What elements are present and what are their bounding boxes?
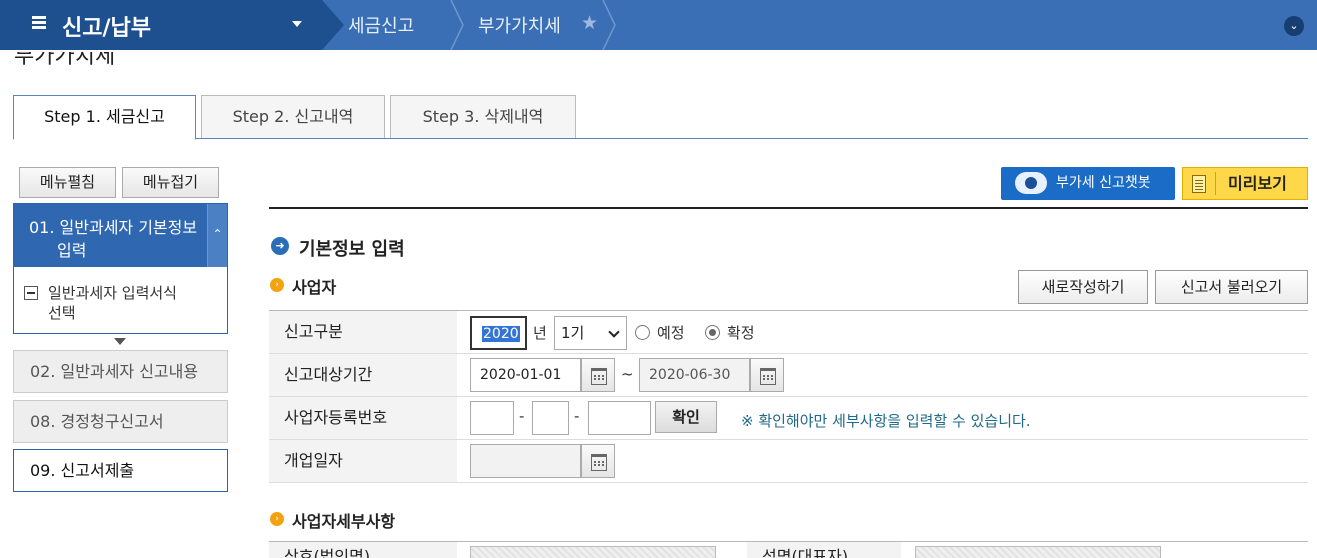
calendar-icon[interactable] [581, 358, 615, 392]
year-unit-label: 년 [533, 324, 547, 342]
arrow-circle-icon: ➜ [271, 237, 289, 255]
company-name-label: 상호(법인명) [269, 542, 457, 558]
chevron-up-icon[interactable]: ⌃ [207, 204, 227, 267]
form-row-period: 신고대상기간 2020-01-01 ~ 2020-06-30 [269, 354, 1308, 397]
chevron-separator [322, 0, 344, 50]
period-start-input[interactable]: 2020-01-01 [470, 358, 581, 392]
side-menu-item-01-label-2: 입력 [57, 241, 87, 260]
load-report-button[interactable]: 신고서 불러오기 [1155, 270, 1308, 304]
period-end-input[interactable]: 2020-06-30 [639, 358, 750, 392]
opening-date-input[interactable] [470, 444, 581, 478]
menu-collapse-button[interactable]: 메뉴접기 [122, 167, 219, 198]
section-title: 기본정보 입력 [299, 239, 405, 260]
bullet-circle-icon: › [270, 512, 284, 526]
period-label: 신고대상기간 [269, 354, 457, 396]
chatbot-button[interactable]: 부가세 신고챗봇 [1001, 167, 1175, 200]
bizno-input-1[interactable] [470, 401, 514, 435]
chatbot-icon [1015, 172, 1047, 194]
divider [269, 207, 1308, 209]
side-menu-item-01[interactable]: 01. 일반과세자 기본정보 입력 ⌃ [14, 204, 227, 267]
side-menu-item-08[interactable]: 08. 경정청구신고서 [13, 400, 228, 443]
chevron-down-icon [608, 326, 620, 338]
breadcrumb-item-vat[interactable]: 부가가치세 [478, 12, 561, 38]
side-submenu-label-2: 선택 [48, 304, 76, 322]
year-input-value: 2020 [482, 326, 520, 342]
report-type-label: 신고구분 [269, 311, 457, 353]
side-menu-item-01-label: 01. 일반과세자 기본정보 [29, 218, 198, 237]
year-input[interactable]: 2020 [470, 316, 527, 350]
bizno-input-2[interactable] [532, 401, 569, 435]
basic-info-form: 신고구분 2020 년 1기 예정 확정 신고대상기간 2020-01-01 ~… [269, 310, 1308, 483]
opening-date-label: 개업일자 [269, 440, 457, 482]
top-nav: 신고/납부 세금신고 부가가치세 ★ ⌄ [0, 0, 1317, 51]
hamburger-icon[interactable] [32, 16, 46, 30]
form-row-bizno: 사업자등록번호 - - 확인 ※ 확인해야만 세부사항을 입력할 수 있습니다. [269, 397, 1308, 440]
radio-final-label: 확정 [727, 324, 755, 342]
side-submenu-label: 일반과세자 입력서식 [48, 284, 177, 302]
minus-box-icon [24, 286, 38, 300]
triangle-down-icon [114, 338, 126, 345]
company-name-input[interactable] [470, 546, 716, 558]
divider [1215, 172, 1216, 195]
chatbot-button-label: 부가세 신고챗봇 [1056, 175, 1151, 191]
preview-button[interactable]: 미리보기 [1182, 167, 1308, 200]
caret-down-icon[interactable] [292, 21, 302, 27]
period-tilde: ~ [621, 365, 634, 383]
subsection-title-detail: 사업자세부사항 [292, 512, 396, 531]
radio-preliminary-label: 예정 [657, 324, 685, 342]
breadcrumb-item-tax-report[interactable]: 세금신고 [348, 12, 414, 38]
calendar-icon[interactable] [750, 358, 784, 392]
tab-step-3[interactable]: Step 3. 삭제내역 [390, 95, 576, 139]
bizno-dash-1: - [519, 407, 525, 425]
nav-home-title[interactable]: 신고/납부 [62, 10, 151, 42]
representative-input[interactable] [915, 546, 1161, 558]
bizno-confirm-button[interactable]: 확인 [655, 401, 717, 433]
form-row-report-type: 신고구분 2020 년 1기 예정 확정 [269, 311, 1308, 354]
radio-final[interactable] [705, 325, 720, 340]
bullet-circle-icon: › [270, 278, 284, 292]
bizno-note: ※ 확인해야만 세부사항을 입력할 수 있습니다. [741, 412, 1031, 430]
period-select[interactable]: 1기 [554, 316, 627, 350]
bizno-input-3[interactable] [588, 401, 651, 435]
bizno-dash-2: - [574, 407, 580, 425]
period-select-value: 1기 [561, 324, 585, 342]
radio-preliminary[interactable] [635, 325, 650, 340]
chevron-right-icon [602, 0, 616, 51]
chevron-right-icon [450, 0, 464, 51]
preview-button-label: 미리보기 [1228, 174, 1287, 193]
calendar-icon[interactable] [581, 444, 615, 478]
chevron-down-icon[interactable]: ⌄ [1284, 16, 1304, 36]
new-report-button[interactable]: 새로작성하기 [1018, 270, 1148, 304]
form-row-company: 상호(법인명) 성명(대표자) [269, 541, 1308, 558]
side-menu-group-01: 01. 일반과세자 기본정보 입력 ⌃ 일반과세자 입력서식 선택 [13, 203, 228, 334]
subsection-title-business: 사업자 [292, 278, 337, 297]
nav-home-menu[interactable]: 신고/납부 [0, 0, 344, 50]
side-menu-item-09[interactable]: 09. 신고서제출 [13, 449, 228, 492]
representative-label: 성명(대표자) [747, 542, 901, 558]
bizno-label: 사업자등록번호 [269, 397, 457, 439]
document-icon [1192, 175, 1206, 193]
tab-step-1[interactable]: Step 1. 세금신고 [13, 95, 196, 140]
star-icon[interactable]: ★ [581, 12, 598, 34]
tab-step-2[interactable]: Step 2. 신고내역 [201, 95, 385, 139]
tab-underline [13, 138, 1308, 139]
form-row-opening-date: 개업일자 [269, 440, 1308, 483]
side-menu-item-02[interactable]: 02. 일반과세자 신고내용 [13, 350, 228, 393]
menu-expand-button[interactable]: 메뉴펼침 [19, 167, 116, 198]
